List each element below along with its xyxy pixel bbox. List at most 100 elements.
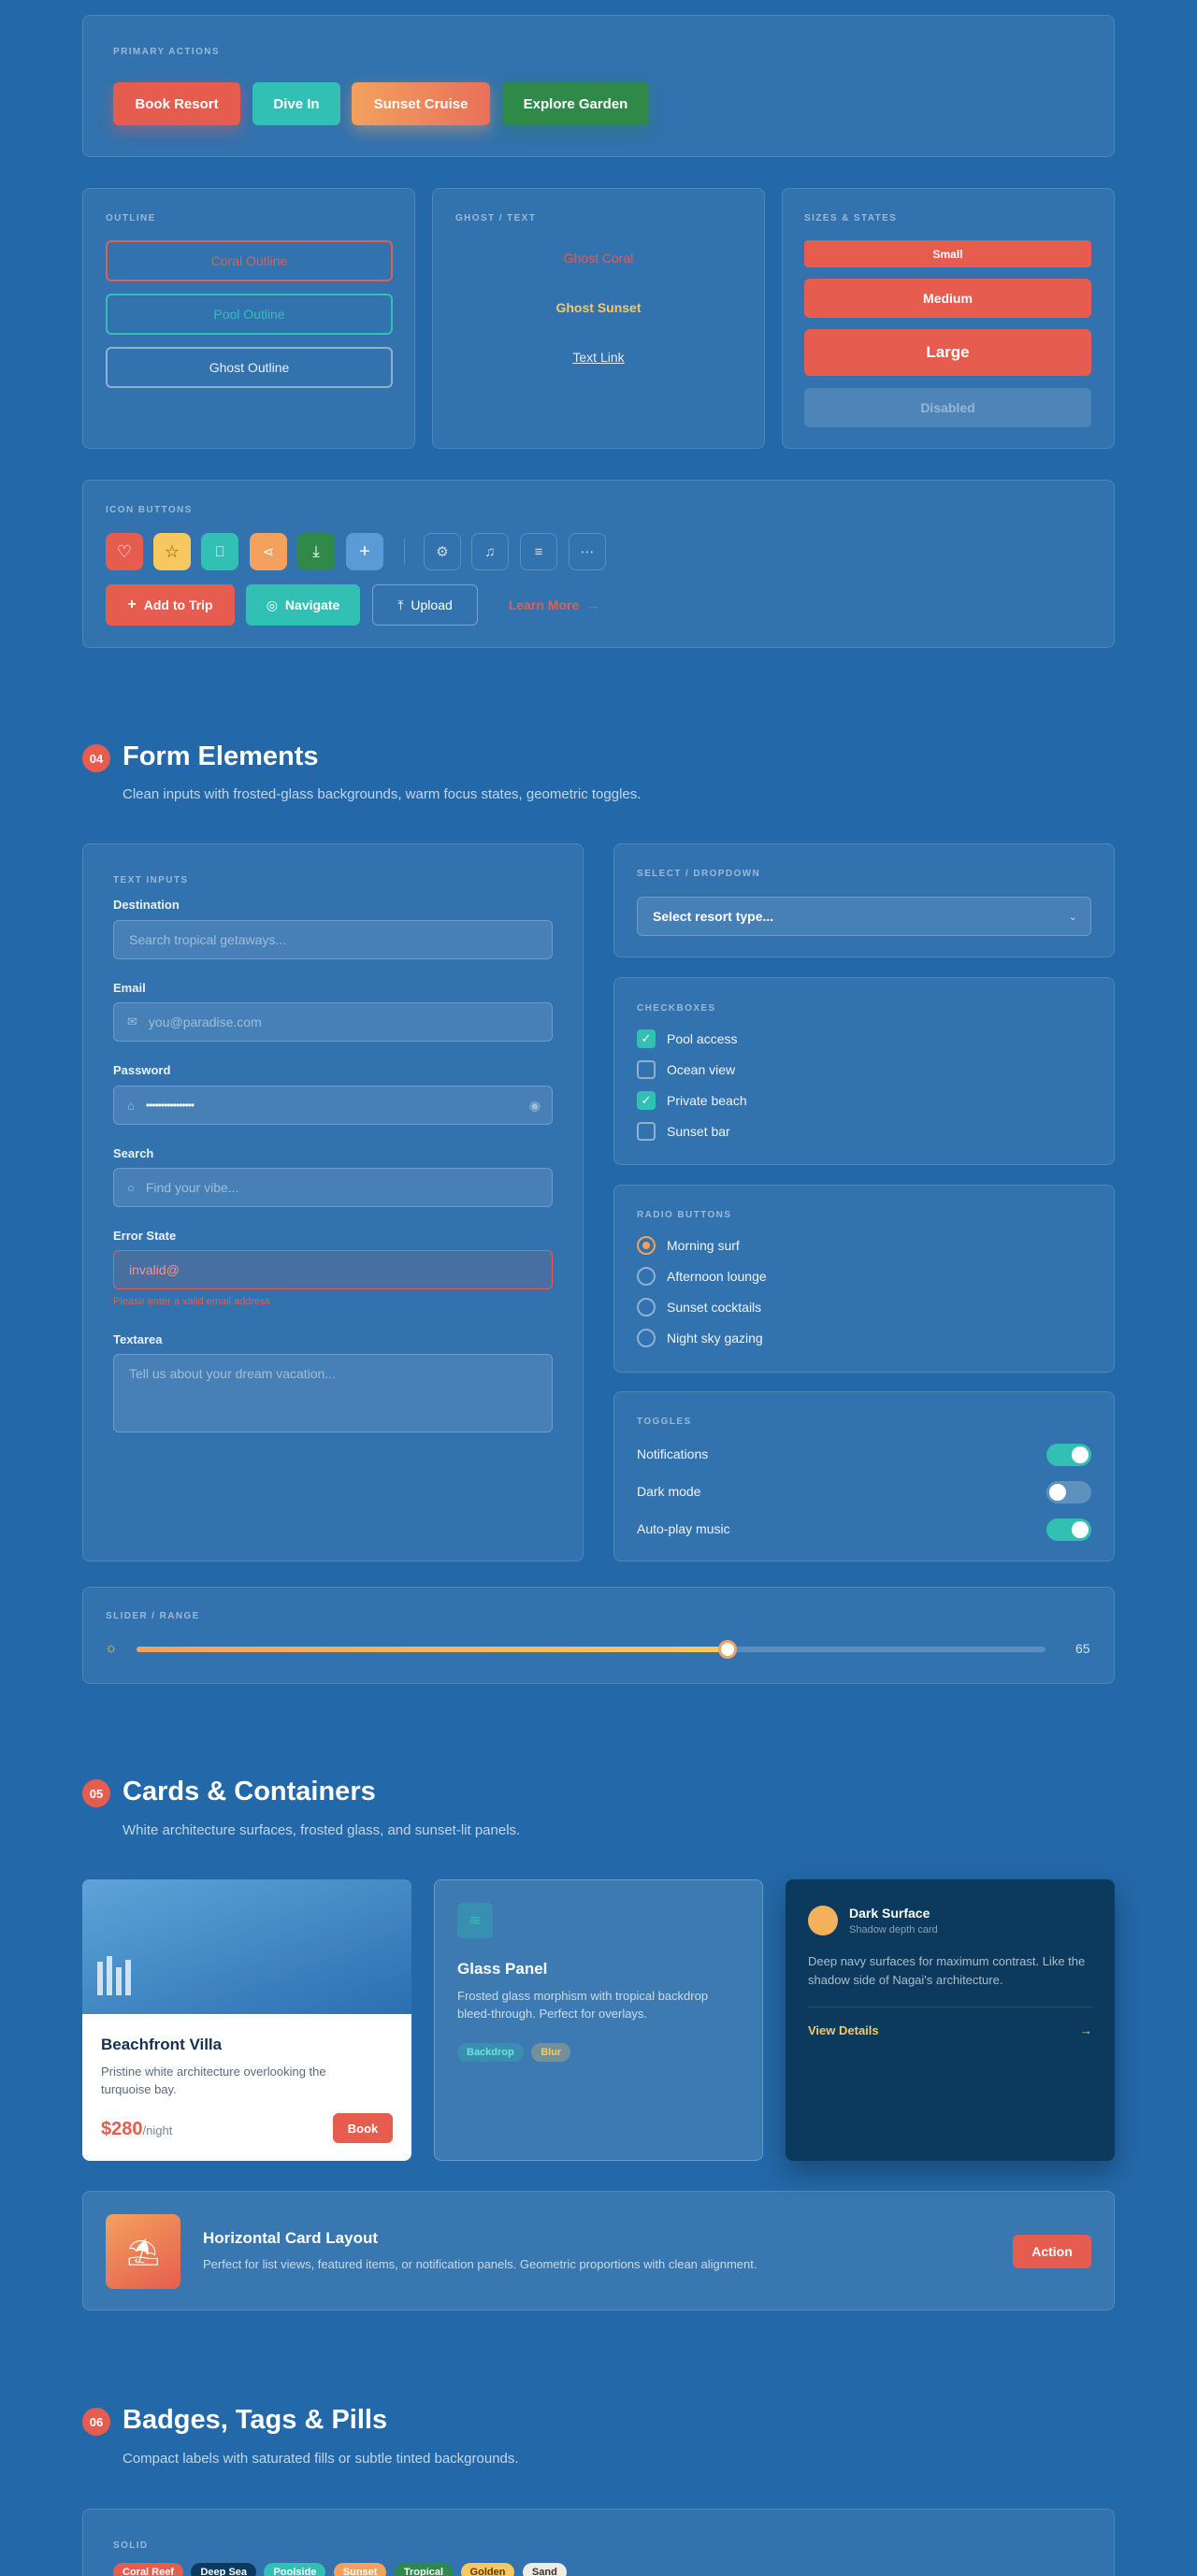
checkboxes-label: CHECKBOXES <box>637 1003 716 1014</box>
explore-garden-button[interactable]: Explore Garden <box>502 82 649 125</box>
backdrop-tag: Backdrop <box>457 2043 524 2062</box>
slider-thumb[interactable] <box>717 1640 737 1659</box>
waves-icon: ≋ <box>457 1903 493 1938</box>
textarea-label: Textarea <box>113 1332 163 1346</box>
add-to-trip-label: Add to Trip <box>143 597 213 612</box>
search-icon: ○ <box>127 1180 135 1195</box>
autoplay-music-toggle[interactable] <box>1046 1518 1091 1541</box>
coral-outline-button[interactable]: Coral Outline <box>106 240 393 281</box>
plus-small-icon: + <box>127 597 137 612</box>
gear-icon[interactable]: ⚙ <box>424 533 461 570</box>
upload-label: Upload <box>411 597 453 612</box>
pool-access-checkbox[interactable]: ✓ <box>637 1029 656 1048</box>
compass-icon: ◎ <box>266 597 278 612</box>
destination-input[interactable]: Search tropical getaways... <box>113 920 553 959</box>
destination-label: Destination <box>113 898 180 912</box>
pool-outline-button[interactable]: Pool Outline <box>106 294 393 335</box>
section-number-forms: 04 <box>82 744 110 772</box>
email-label: Email <box>113 981 146 995</box>
bell-icon[interactable]: ♫ <box>471 533 509 570</box>
forms-subtitle: Clean inputs with frosted-glass backgrou… <box>123 786 642 802</box>
resort-type-select[interactable]: Select resort type... ⌄ <box>637 897 1091 936</box>
dive-in-button[interactable]: Dive In <box>252 82 340 125</box>
night-sky-radio[interactable] <box>637 1329 656 1347</box>
email-placeholder: you@paradise.com <box>148 1015 262 1029</box>
large-button[interactable]: Large <box>804 329 1091 376</box>
ghost-text-label: GHOST / TEXT <box>455 213 537 223</box>
morning-surf-radio[interactable] <box>637 1236 656 1255</box>
private-beach-checkbox[interactable]: ✓ <box>637 1091 656 1110</box>
view-details-link[interactable]: View Details → <box>808 2023 1092 2037</box>
slider-panel <box>82 1587 1115 1684</box>
horizontal-desc: Perfect for list views, featured items, … <box>203 2257 757 2271</box>
search-label: Search <box>113 1146 154 1160</box>
deep-sea-badge: Deep Sea <box>191 2563 257 2576</box>
share-icon[interactable]: ⋖ <box>250 533 287 570</box>
afternoon-lounge-radio[interactable] <box>637 1267 656 1286</box>
ocean-view-label: Ocean view <box>667 1062 736 1077</box>
dark-mode-label: Dark mode <box>637 1484 701 1499</box>
glass-card[interactable]: ≋ Glass Panel Frosted glass morphism wit… <box>434 1879 763 2161</box>
villa-card[interactable]: Beachfront Villa Pristine white architec… <box>82 1879 411 2161</box>
ghost-coral-button[interactable]: Ghost Coral <box>455 239 742 277</box>
select-value: Select resort type... <box>653 909 774 924</box>
ocean-view-checkbox[interactable] <box>637 1060 656 1079</box>
sunset-cruise-button[interactable]: Sunset Cruise <box>352 82 490 125</box>
range-slider[interactable] <box>137 1640 1046 1659</box>
sunset-badge: Sunset <box>333 2563 387 2576</box>
eye-icon[interactable]: ◉ <box>529 1098 541 1114</box>
mail-icon: ✉ <box>127 1015 137 1029</box>
book-resort-button[interactable]: Book Resort <box>113 82 240 125</box>
ghost-sunset-button[interactable]: Ghost Sunset <box>455 289 742 326</box>
chevron-down-icon: ⌄ <box>1068 911 1077 923</box>
email-field[interactable]: ✉ you@paradise.com <box>113 1002 553 1042</box>
villa-title: Beachfront Villa <box>101 2036 223 2053</box>
villa-price: $280/night <box>101 2119 172 2140</box>
slider-value: 65 <box>1075 1641 1090 1656</box>
tropical-badge: Tropical <box>394 2563 454 2576</box>
ghost-outline-button[interactable]: Ghost Outline <box>106 347 393 388</box>
sand-badge: Sand <box>522 2563 567 2576</box>
villa-image <box>82 1879 411 2014</box>
badges-subtitle: Compact labels with saturated fills or s… <box>123 2451 519 2467</box>
upload-button[interactable]: ⤒ Upload <box>372 584 478 626</box>
night-sky-label: Night sky gazing <box>667 1331 763 1346</box>
menu-icon[interactable]: ≡ <box>520 533 557 570</box>
sunset-bar-checkbox[interactable] <box>637 1122 656 1141</box>
horizontal-card: ⛱ Horizontal Card Layout Perfect for lis… <box>82 2191 1115 2310</box>
small-button[interactable]: Small <box>804 240 1091 267</box>
add-to-trip-button[interactable]: + Add to Trip <box>106 584 235 626</box>
medium-button[interactable]: Medium <box>804 279 1091 318</box>
plus-icon[interactable]: + <box>346 533 383 570</box>
star-icon[interactable]: ☆ <box>153 533 191 570</box>
bookmark-icon[interactable]: ⎕ <box>201 533 238 570</box>
more-icon[interactable]: ⋯ <box>569 533 606 570</box>
glass-title: Glass Panel <box>457 1960 548 1978</box>
dark-mode-toggle[interactable] <box>1046 1481 1091 1504</box>
download-icon[interactable]: ⤓ <box>297 533 335 570</box>
learn-more-link[interactable]: Learn More → <box>496 584 613 626</box>
action-button[interactable]: Action <box>1013 2235 1091 2268</box>
autoplay-music-label: Auto-play music <box>637 1521 730 1536</box>
sunset-cocktails-label: Sunset cocktails <box>667 1300 762 1315</box>
search-input[interactable]: ○ Find your vibe... <box>113 1168 553 1207</box>
book-button[interactable]: Book <box>333 2113 393 2143</box>
blur-tag: Blur <box>531 2043 571 2062</box>
slider-fill <box>137 1647 728 1652</box>
solid-label: SOLID <box>113 2540 149 2551</box>
navigate-button[interactable]: ◎ Navigate <box>246 584 360 626</box>
heart-icon[interactable]: ♡ <box>106 533 143 570</box>
password-field[interactable]: ⌂ •••••••••••••••• ◉ <box>113 1086 553 1125</box>
slider-label: SLIDER / RANGE <box>106 1611 200 1621</box>
dark-card[interactable]: Dark Surface Shadow depth card Deep navy… <box>786 1879 1115 2161</box>
sunset-cocktails-radio[interactable] <box>637 1298 656 1317</box>
text-link[interactable]: Text Link <box>455 338 742 376</box>
dark-desc: Deep navy surfaces for maximum contrast.… <box>808 1954 1086 1987</box>
vacation-textarea[interactable]: Tell us about your dream vacation... <box>113 1354 553 1432</box>
textarea-placeholder: Tell us about your dream vacation... <box>129 1366 337 1381</box>
notifications-toggle[interactable] <box>1046 1444 1091 1466</box>
error-input[interactable]: invalid@ <box>113 1250 553 1289</box>
coral-reef-badge: Coral Reef <box>113 2563 184 2576</box>
sunset-icon: ⛱ <box>106 2214 180 2289</box>
error-message: Please enter a valid email address <box>113 1296 271 1307</box>
